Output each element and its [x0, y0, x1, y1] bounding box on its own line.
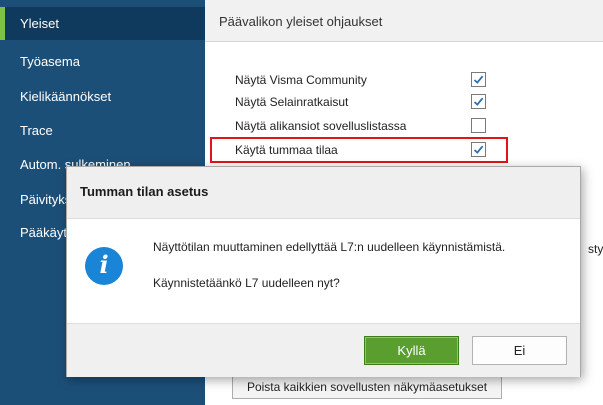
- truncated-label: stys: [588, 242, 603, 256]
- option-label: Näytä alikansiot sovelluslistassa: [235, 119, 407, 133]
- yes-button[interactable]: Kyllä: [364, 336, 459, 365]
- option-row-alikansiot: Näytä alikansiot sovelluslistassa: [205, 116, 603, 138]
- dialog-title: Tumman tilan asetus: [80, 184, 209, 199]
- sidebar-item-yleiset[interactable]: Yleiset: [0, 7, 205, 40]
- no-button[interactable]: Ei: [472, 336, 567, 365]
- sidebar-item-trace[interactable]: Trace: [0, 114, 205, 147]
- sidebar-item-kielikaannokset[interactable]: Kielikäännökset: [0, 80, 205, 113]
- option-row-selainratkaisut: Näytä Selainratkaisut: [205, 92, 603, 114]
- option-label: Näytä Visma Community: [235, 73, 367, 87]
- highlight-box: [210, 137, 508, 163]
- checkbox-alikansiot[interactable]: [471, 118, 486, 133]
- dialog-footer: Kyllä Ei: [67, 323, 580, 377]
- dialog-message: Näyttötilan muuttaminen edellyttää L7:n …: [153, 240, 506, 254]
- option-row-visma-community: Näytä Visma Community: [205, 70, 603, 92]
- info-icon: i: [85, 247, 123, 285]
- option-label: Näytä Selainratkaisut: [235, 95, 349, 109]
- sidebar-item-tyoasema[interactable]: Työasema: [0, 45, 205, 78]
- dialog-question: Käynnistetäänkö L7 uudelleen nyt?: [153, 276, 340, 290]
- dialog-titlebar: Tumman tilan asetus: [67, 167, 580, 219]
- checkmark-icon: [473, 75, 484, 84]
- checkmark-icon: [473, 97, 484, 106]
- dark-mode-dialog: Tumman tilan asetus i Näyttötilan muutta…: [66, 166, 581, 377]
- reset-view-settings-button[interactable]: Poista kaikkien sovellusten näkymäasetuk…: [232, 376, 502, 399]
- checkbox-visma-community[interactable]: [471, 72, 486, 87]
- page-title: Päävalikon yleiset ohjaukset: [219, 14, 383, 29]
- checkbox-selainratkaisut[interactable]: [471, 94, 486, 109]
- main-header: Päävalikon yleiset ohjaukset: [205, 0, 603, 42]
